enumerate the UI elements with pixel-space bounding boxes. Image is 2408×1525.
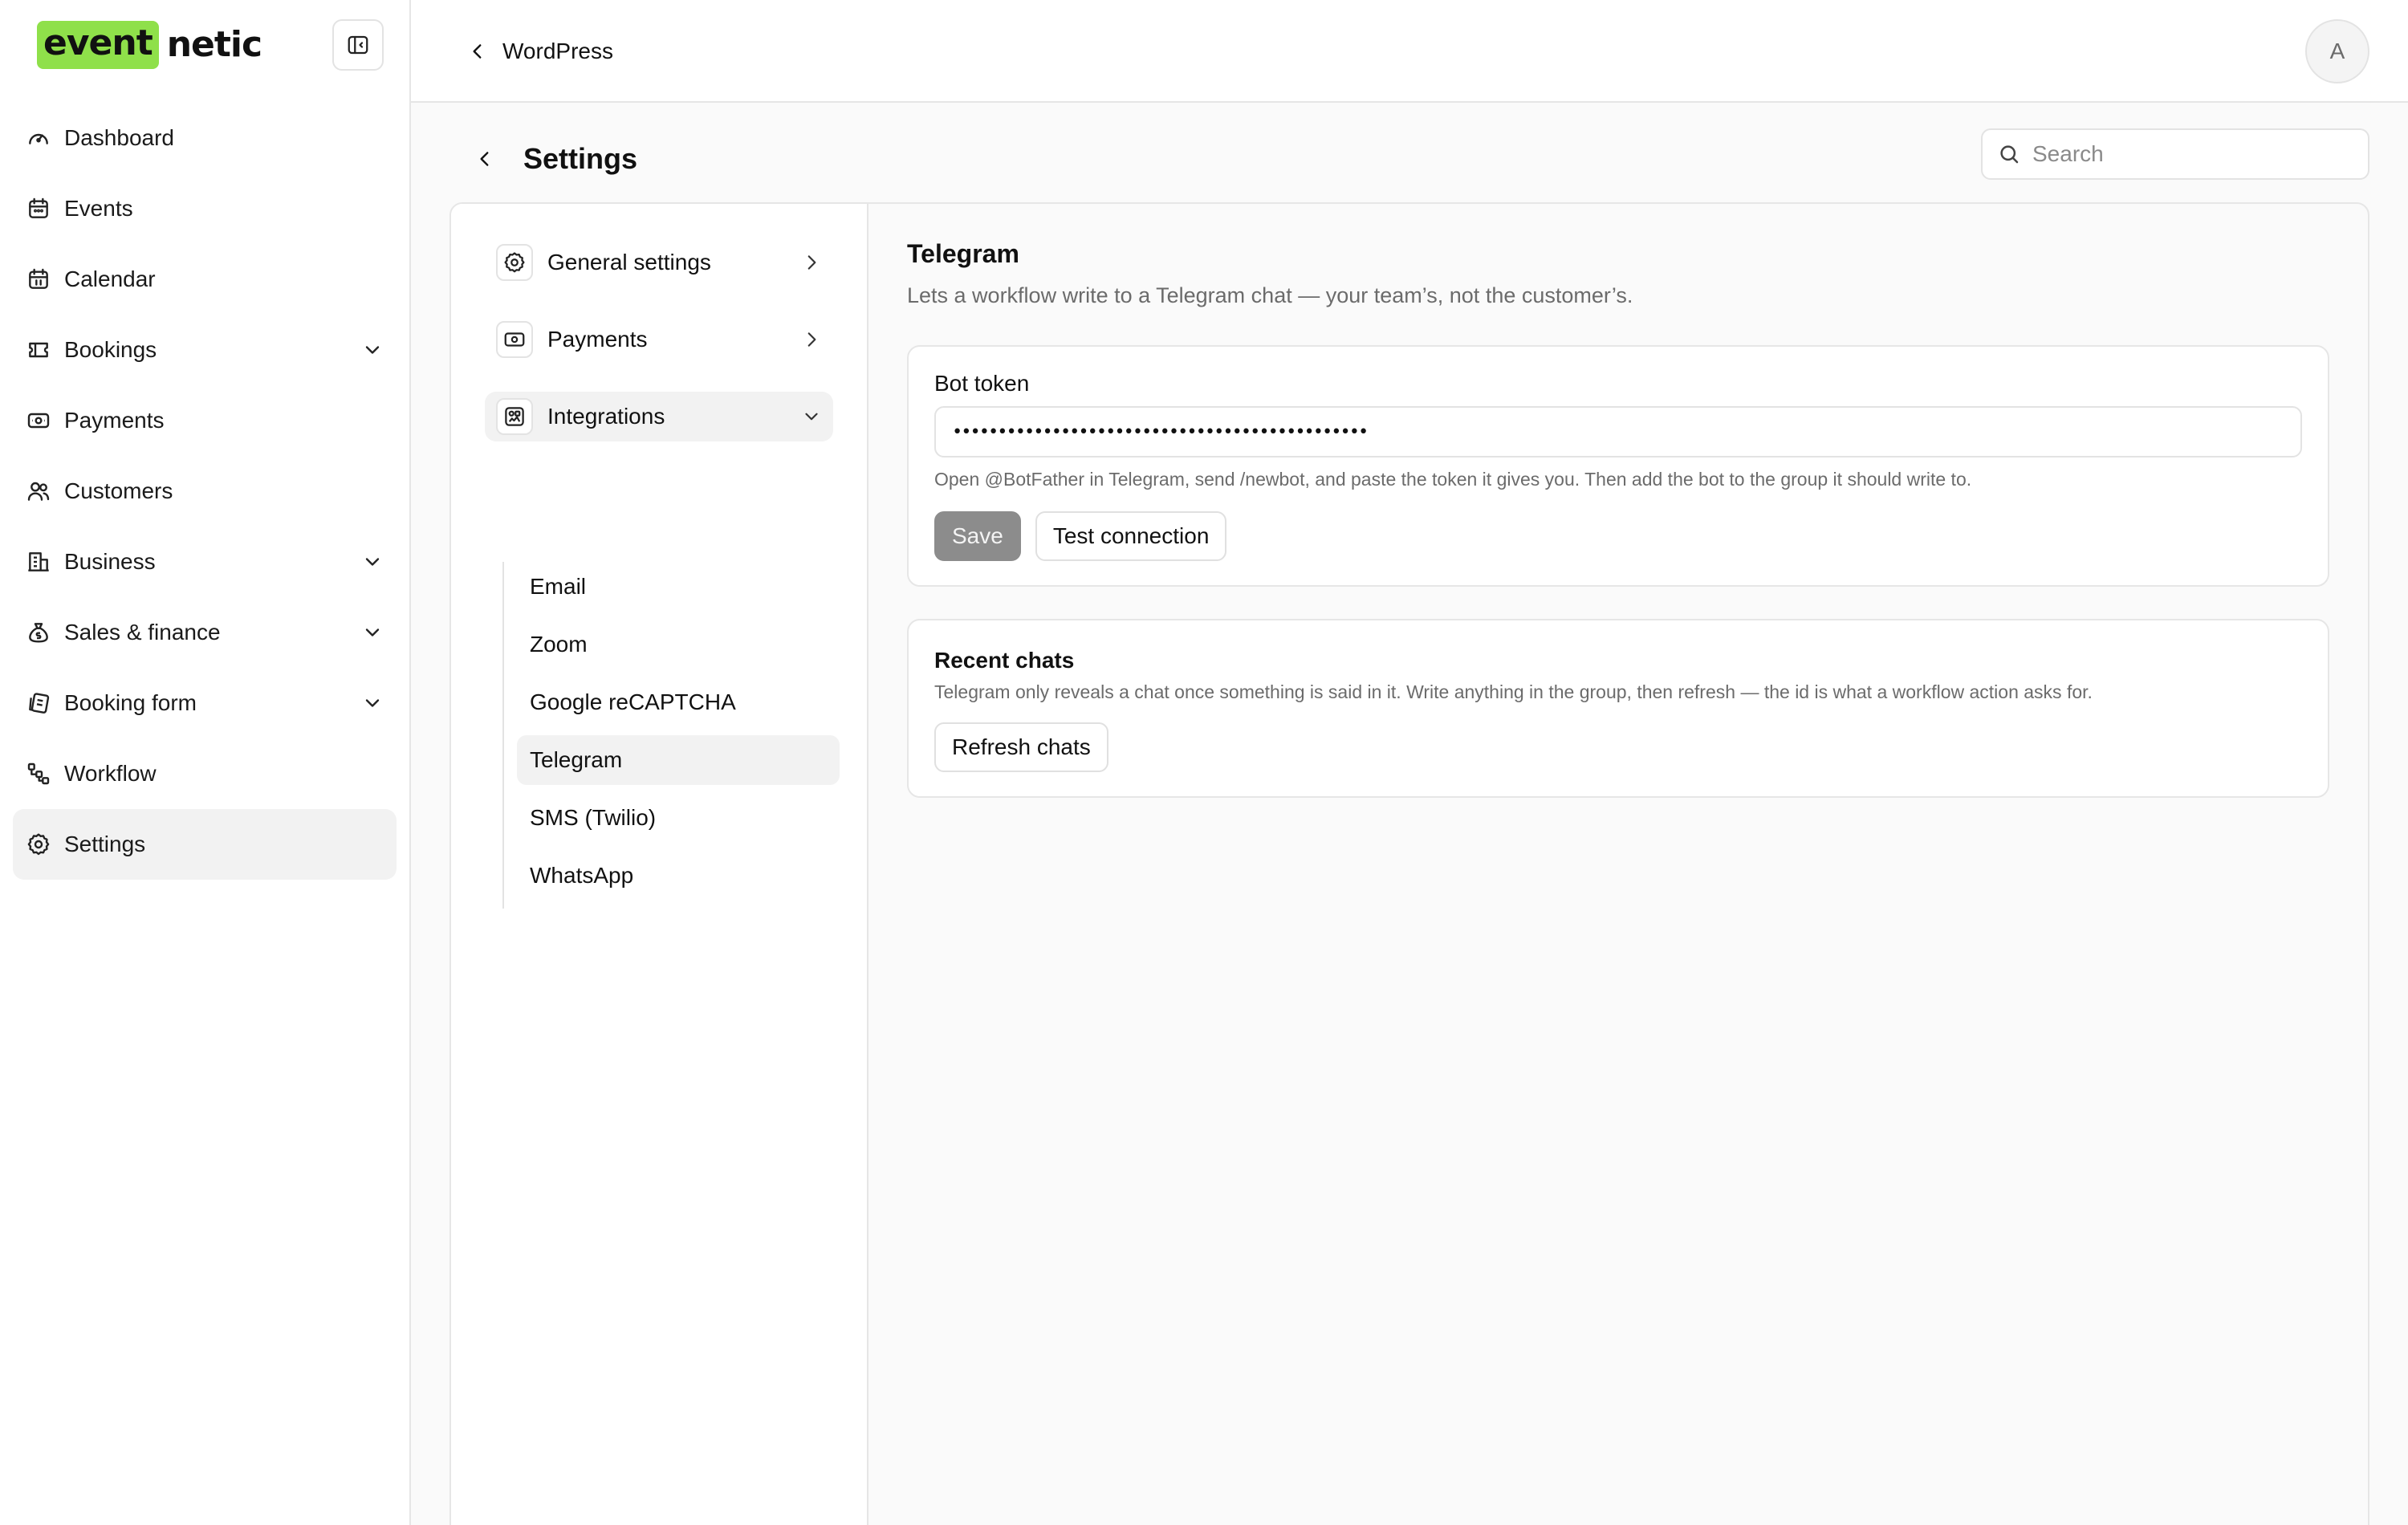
nav-item-booking-form[interactable]: Booking form [13,668,397,738]
integration-whatsapp[interactable]: WhatsApp [517,851,840,901]
integration-telegram[interactable]: Telegram [517,735,840,785]
top-bar: WordPress A [411,0,2408,103]
chevron-right-icon [801,252,822,273]
workflow-icon [26,761,51,787]
nav-item-workflow[interactable]: Workflow [13,738,397,809]
subnav-label: Integrations [547,404,665,429]
nav-item-events[interactable]: Events [13,173,397,244]
avatar[interactable]: A [2305,19,2369,83]
bot-token-actions: Save Test connection [934,511,2302,561]
nav-label: Bookings [64,337,157,362]
building-icon [26,549,51,575]
settings-panel: General settings Payments Integrations E… [449,202,2369,1525]
bot-token-label: Bot token [934,371,1030,396]
gear-icon [26,832,51,857]
recent-chats-title: Recent chats [934,648,1075,673]
chevron-right-icon [801,329,822,350]
nav-item-dashboard[interactable]: Dashboard [13,103,397,173]
bot-token-field[interactable] [934,406,2302,458]
nav-item-bookings[interactable]: Bookings [13,315,397,385]
nav-label: Business [64,549,156,574]
section-title: Telegram [907,239,1019,268]
breadcrumb-label: WordPress [502,39,613,63]
telegram-settings: Telegram Lets a workflow write to a Tele… [868,204,2368,1525]
chevron-down-icon [361,621,384,644]
nav-label: Settings [64,832,146,856]
nav-label: Sales & finance [64,620,221,645]
bot-token-card: Bot token Open @BotFather in Telegram, s… [907,345,2329,587]
logo-mark: event [37,21,159,69]
nav-item-business[interactable]: Business [13,527,397,597]
back-button[interactable] [469,143,501,175]
chevron-down-icon [361,339,384,361]
page-title: Settings [523,142,638,175]
sidebar-collapse-button[interactable] [332,19,384,71]
calendar-icon [26,196,51,222]
chevron-down-icon [801,406,822,427]
banknote-icon [496,321,533,358]
search-input[interactable] [2032,141,2353,167]
nav-label: Customers [64,478,173,503]
save-button[interactable]: Save [934,511,1021,561]
test-connection-button[interactable]: Test connection [1035,511,1227,561]
app-logo[interactable]: event netic [37,19,262,71]
nav-label: Dashboard [64,125,174,150]
integration-email[interactable]: Email [517,562,840,612]
nav-item-sales-finance[interactable]: Sales & finance [13,597,397,668]
integration-google-recaptcha[interactable]: Google reCAPTCHA [517,677,840,727]
search-box[interactable] [1981,128,2369,180]
panel-collapse-icon [346,33,370,57]
integrations-icon [496,398,533,435]
nav-label: Workflow [64,761,157,786]
recent-chats-description: Telegram only reveals a chat once someth… [934,681,2093,702]
subnav-integrations[interactable]: Integrations [485,392,833,441]
integrations-list: Email Zoom Google reCAPTCHA Telegram SMS… [502,562,840,909]
nav-item-payments[interactable]: Payments [13,385,397,456]
gear-icon [496,244,533,281]
nav-item-calendar[interactable]: Calendar [13,244,397,315]
nav-item-customers[interactable]: Customers [13,456,397,527]
nav-item-settings[interactable]: Settings [13,809,397,880]
nav-label: Calendar [64,266,156,291]
form-icon [26,690,51,716]
bot-token-help: Open @BotFather in Telegram, send /newbo… [934,469,1972,490]
nav-label: Payments [64,408,165,433]
recent-chats-card: Recent chats Telegram only reveals a cha… [907,619,2329,798]
page-header: Settings [469,133,637,185]
search-icon [1997,142,2032,166]
integration-sms-twilio[interactable]: SMS (Twilio) [517,793,840,843]
section-description: Lets a workflow write to a Telegram chat… [907,283,1633,307]
chevron-left-icon [467,41,502,62]
integration-zoom[interactable]: Zoom [517,620,840,669]
gauge-icon [26,125,51,151]
logo-text: netic [166,24,262,65]
subnav-label: General settings [547,250,711,274]
recent-chats-actions: Refresh chats [934,722,2302,772]
subnav-label: Payments [547,327,648,352]
refresh-chats-button[interactable]: Refresh chats [934,722,1108,772]
ticket-icon [26,337,51,363]
chevron-down-icon [361,692,384,714]
banknote-icon [26,408,51,433]
sidebar: event netic Dashboard Events Calendar Bo… [0,0,411,1525]
nav-label: Events [64,196,133,221]
calendar-icon [26,266,51,292]
chevron-down-icon [361,551,384,573]
main-nav: Dashboard Events Calendar Bookings Payme… [13,103,397,880]
main-content: Settings General settings Payments Integ… [411,103,2408,1525]
money-bag-icon [26,620,51,645]
chevron-left-icon [474,148,495,169]
subnav-payments[interactable]: Payments [485,315,833,364]
settings-subnav: General settings Payments Integrations E… [451,204,868,1525]
nav-label: Booking form [64,690,197,715]
users-icon [26,478,51,504]
breadcrumb-back-link[interactable]: WordPress [467,32,613,71]
subnav-general-settings[interactable]: General settings [485,238,833,287]
